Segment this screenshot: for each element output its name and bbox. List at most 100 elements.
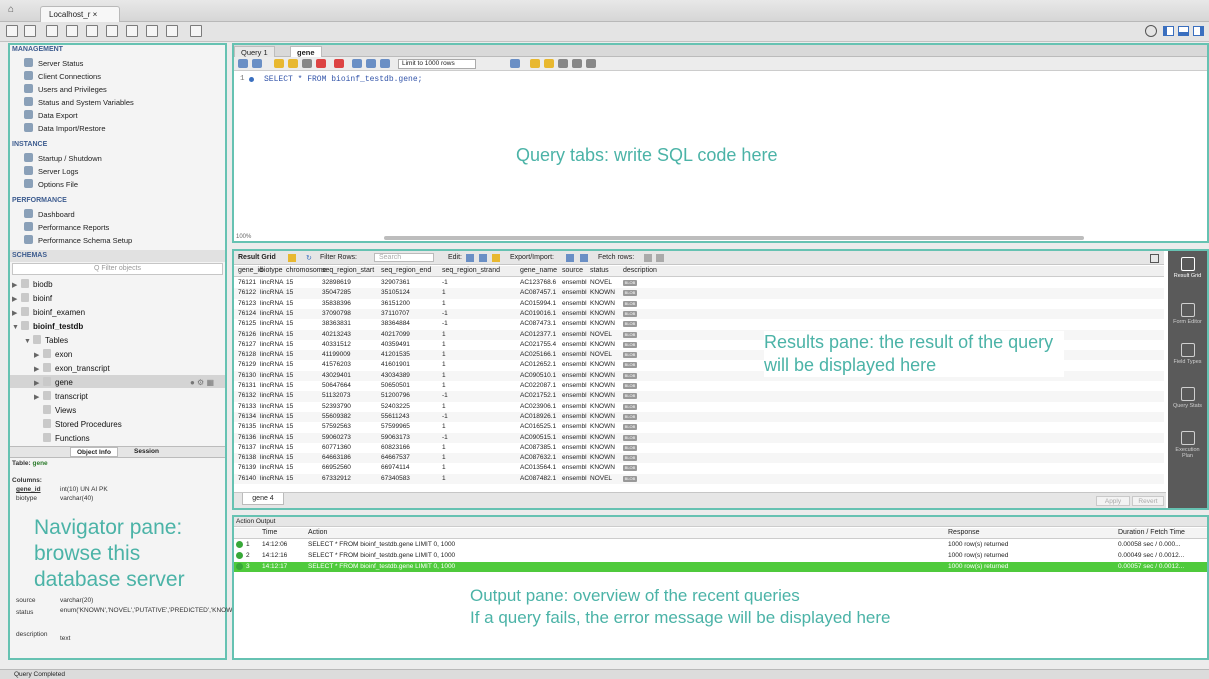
grid-cell[interactable]: lincRNA	[260, 361, 283, 368]
grid-cell[interactable]: 40359491	[381, 341, 410, 348]
side-result-grid[interactable]: Result Grid	[1172, 257, 1203, 279]
grid-cell[interactable]: 1	[442, 423, 446, 430]
grid-cell[interactable]: 66952560	[322, 464, 351, 471]
grid-cell[interactable]: 76124	[238, 310, 256, 317]
grid-cell[interactable]: -1	[442, 413, 448, 420]
find-icon[interactable]	[544, 59, 554, 68]
grid-cell[interactable]: KNOWN	[590, 289, 615, 296]
grid-cell[interactable]: 1	[442, 351, 446, 358]
grid-cell[interactable]: lincRNA	[260, 300, 283, 307]
blob-cell[interactable]: BLOB	[623, 331, 637, 338]
limit-select[interactable]: Limit to 1000 rows	[398, 59, 476, 69]
grid-cell[interactable]: AC021755.4	[520, 341, 556, 348]
table-row[interactable]: 76131 lincRNA 15 50647664 50650501 1 AC022087.…	[234, 381, 1164, 391]
grid-cell[interactable]: lincRNA	[260, 423, 283, 430]
grid-cell[interactable]: KNOWN	[590, 392, 615, 399]
blob-cell[interactable]: BLOB	[623, 279, 637, 286]
table-row[interactable]: 76132 lincRNA 15 51132073 51200796 -1 AC021752…	[234, 391, 1164, 402]
grid-cell[interactable]: 15	[286, 331, 293, 338]
grid-cell[interactable]: 59063173	[381, 434, 410, 441]
create-table-icon[interactable]	[86, 25, 98, 37]
grid-cell[interactable]: ensembl	[562, 372, 587, 379]
grid-cell[interactable]: 15	[286, 372, 293, 379]
delete-row-icon[interactable]	[492, 254, 500, 262]
nav-data-export[interactable]: Data Export	[24, 110, 78, 120]
schema-bioinf[interactable]: ▶ bioinf	[12, 293, 52, 303]
grid-cell[interactable]: 15	[286, 444, 293, 451]
grid-cell[interactable]: 51200796	[381, 392, 410, 399]
grid-cell[interactable]: 1	[442, 300, 446, 307]
table-row[interactable]: 76139 lincRNA 15 66952560 66974114 1 AC013564.…	[234, 463, 1164, 473]
grid-cell[interactable]: AC019016.1	[520, 310, 556, 317]
blob-cell[interactable]: BLOB	[623, 464, 637, 472]
table-row[interactable]: 76122 lincRNA 15 35047285 35105124 1 AC087457.…	[234, 288, 1164, 299]
open-sql-icon[interactable]	[24, 25, 36, 37]
grid-cell[interactable]: AC015994.1	[520, 300, 556, 307]
grid-cell[interactable]: 76138	[238, 454, 256, 461]
save-icon[interactable]	[252, 59, 262, 68]
settings-icon[interactable]	[1145, 25, 1157, 37]
grid-cell[interactable]: ensembl	[562, 341, 587, 348]
autocommit-icon[interactable]	[380, 59, 390, 68]
grid-cell[interactable]: 15	[286, 382, 293, 389]
blob-cell[interactable]: BLOB	[623, 475, 637, 482]
side-field-types[interactable]: Field Types	[1172, 343, 1203, 365]
nav-server-status[interactable]: Server Status	[24, 58, 83, 68]
edit-row-icon[interactable]	[466, 254, 474, 262]
grid-cell[interactable]: lincRNA	[260, 434, 283, 441]
output-row[interactable]: 2 14:12:16 SELECT * FROM bioinf_testdb.gen…	[234, 551, 1207, 561]
fetch-next-icon[interactable]	[644, 254, 652, 262]
grid-cell[interactable]: AC087482.1	[520, 475, 556, 482]
grid-cell[interactable]: lincRNA	[260, 279, 283, 286]
create-schema-icon[interactable]	[66, 25, 78, 37]
grid-column-header[interactable]: status	[590, 267, 609, 274]
grid-cell[interactable]: 66974114	[381, 464, 409, 471]
schema-bioinf-examen[interactable]: ▶ bioinf_examen	[12, 307, 85, 317]
grid-cell[interactable]: 1	[442, 331, 446, 338]
grid-cell[interactable]: AC087385.1	[520, 444, 556, 451]
grid-cell[interactable]: 15	[286, 351, 293, 358]
grid-cell[interactable]: AC018926.1	[520, 413, 556, 420]
grid-cell[interactable]: 76140	[238, 475, 256, 482]
grid-cell[interactable]: 15	[286, 423, 293, 430]
grid-cell[interactable]: -1	[442, 434, 448, 441]
grid-cell[interactable]: AC087457.1	[520, 289, 556, 296]
grid-cell[interactable]: 15	[286, 454, 293, 461]
grid-cell[interactable]: lincRNA	[260, 475, 283, 482]
grid-cell[interactable]: -1	[442, 310, 448, 317]
side-query-stats[interactable]: Query Stats	[1172, 387, 1203, 409]
invisible-chars-icon[interactable]	[572, 59, 582, 68]
grid-cell[interactable]: lincRNA	[260, 372, 283, 379]
grid-cell[interactable]: lincRNA	[260, 331, 283, 338]
table-row[interactable]: 76125 lincRNA 15 38363831 38364884 -1 AC087473…	[234, 319, 1164, 329]
grid-cell[interactable]: 76130	[238, 372, 256, 379]
grid-cell[interactable]: ensembl	[562, 320, 587, 327]
grid-cell[interactable]: KNOWN	[590, 310, 615, 317]
grid-cell[interactable]: 40213243	[322, 331, 351, 338]
grid-cell[interactable]: lincRNA	[260, 444, 283, 451]
toggle-secondary-sidebar-icon[interactable]	[1193, 26, 1204, 36]
grid-cell[interactable]: ensembl	[562, 392, 587, 399]
output-header[interactable]: Action Output	[234, 517, 1207, 527]
grid-cell[interactable]: 52393790	[322, 403, 351, 410]
table-row[interactable]: 76123 lincRNA 15 35838396 36151200 1 AC015994.…	[234, 299, 1164, 309]
grid-cell[interactable]: 38363831	[322, 320, 351, 327]
open-file-icon[interactable]	[238, 59, 248, 68]
grid-cell[interactable]: lincRNA	[260, 464, 283, 471]
grid-cell[interactable]: 32898619	[322, 279, 351, 286]
grid-cell[interactable]: lincRNA	[260, 341, 283, 348]
grid-cell[interactable]: 64663186	[322, 454, 351, 461]
grid-cell[interactable]: KNOWN	[590, 454, 615, 461]
blob-cell[interactable]: BLOB	[623, 403, 637, 410]
nav-dashboard[interactable]: Dashboard	[24, 209, 75, 219]
blob-cell[interactable]: BLOB	[623, 454, 637, 462]
table-exon-transcript[interactable]: ▶ exon_transcript	[34, 363, 110, 373]
blob-cell[interactable]: BLOB	[623, 310, 637, 317]
search-icon[interactable]	[558, 59, 568, 68]
blob-cell[interactable]: BLOB	[623, 423, 637, 431]
grid-cell[interactable]: AC022087.1	[520, 382, 556, 389]
blob-cell[interactable]: BLOB	[623, 382, 637, 389]
grid-cell[interactable]: 76125	[238, 320, 256, 327]
grid-cell[interactable]: 67332912	[322, 475, 351, 482]
tree-stored-procedures[interactable]: Stored Procedures	[34, 419, 122, 429]
